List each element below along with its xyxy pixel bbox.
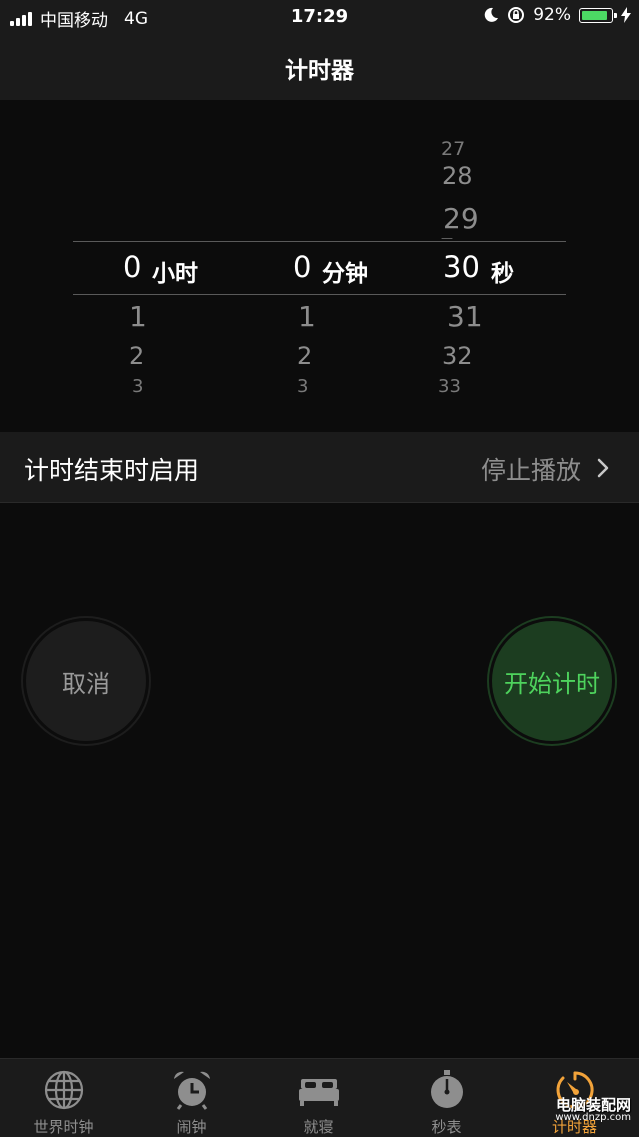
alarm-clock-icon (174, 1071, 210, 1110)
picker-seconds-selected[interactable]: 30 (443, 250, 480, 284)
picker-seconds-unit: 秒 (491, 261, 514, 287)
page-title: 计时器 (285, 58, 354, 84)
picker-selection-bottom-line (73, 294, 566, 295)
picker-seconds-item[interactable]: 33 (438, 376, 461, 397)
picker-seconds-item[interactable]: 32 (442, 342, 473, 370)
status-bar: 中国移动 4G 17:29 92% (0, 0, 639, 34)
tab-world-clock[interactable]: 世界时钟 (0, 1059, 127, 1137)
battery-icon (579, 7, 617, 23)
picker-hours-selected[interactable]: 0 (123, 250, 141, 284)
timer-picker[interactable]: — 27 28 29 0 小时 0 分钟 30 秒 1 2 3 1 2 3 31… (0, 100, 639, 430)
battery-percent: 92% (533, 5, 571, 25)
timer-end-label: 计时结束时启用 (24, 456, 200, 485)
cancel-button[interactable]: 取消 (26, 621, 146, 741)
picker-hours-unit: 小时 (152, 261, 198, 287)
picker-minutes-item[interactable]: 1 (298, 300, 316, 333)
picker-hours-item[interactable]: 1 (129, 300, 147, 333)
bed-icon (299, 1079, 339, 1106)
chevron-right-icon (597, 458, 609, 478)
rotation-lock-icon (508, 7, 525, 23)
tab-label: 闹钟 (176, 1118, 207, 1136)
timer-end-sound-row[interactable]: 计时结束时启用 停止播放 (0, 432, 639, 503)
picker-hours-item[interactable]: 2 (129, 342, 144, 370)
picker-minutes-item[interactable]: 2 (297, 342, 312, 370)
globe-icon (44, 1070, 84, 1110)
status-right: 92% (483, 5, 631, 25)
picker-minutes-selected[interactable]: 0 (293, 250, 311, 284)
picker-selection-top-line (73, 241, 566, 242)
stopwatch-icon (431, 1070, 463, 1108)
picker-minutes-unit: 分钟 (322, 261, 368, 287)
tab-label: 就寝 (303, 1118, 334, 1136)
start-timer-button[interactable]: 开始计时 (492, 621, 612, 741)
picker-seconds-item[interactable]: 27 (441, 138, 465, 160)
watermark: 电脑装配网 www.dnzp.com (555, 1098, 631, 1123)
navigation-bar: 计时器 (0, 34, 639, 100)
picker-minutes-item[interactable]: 3 (297, 376, 308, 397)
tab-bar: 世界时钟 闹钟 就寝 秒表 计时器 (0, 1058, 639, 1137)
tab-label: 秒表 (431, 1118, 462, 1136)
timer-end-value: 停止播放 (480, 456, 581, 485)
watermark-url: www.dnzp.com (555, 1112, 631, 1123)
charging-bolt-icon (621, 7, 631, 23)
tab-label: 世界时钟 (33, 1118, 94, 1136)
picker-seconds-item[interactable]: 29 (443, 202, 479, 235)
moon-icon (484, 7, 499, 22)
tab-stopwatch[interactable]: 秒表 (383, 1059, 510, 1137)
watermark-title: 电脑装配网 (555, 1096, 631, 1114)
tab-bedtime[interactable]: 就寝 (255, 1059, 382, 1137)
picker-seconds-item[interactable]: 31 (447, 300, 483, 333)
picker-seconds-item[interactable]: 28 (442, 162, 473, 190)
picker-hours-item[interactable]: 3 (132, 376, 143, 397)
tab-alarm[interactable]: 闹钟 (128, 1059, 255, 1137)
